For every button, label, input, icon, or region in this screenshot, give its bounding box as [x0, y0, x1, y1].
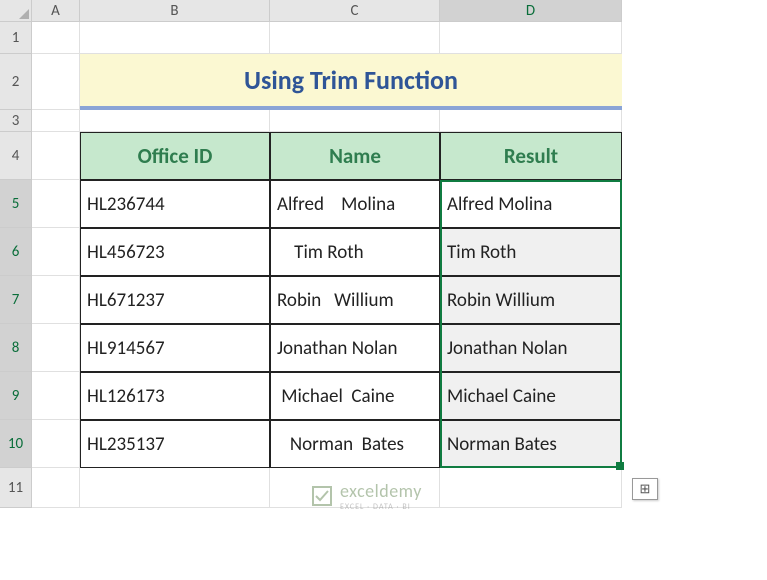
select-all-corner[interactable] [0, 0, 32, 22]
row-header-3[interactable]: 3 [0, 110, 32, 132]
cell-C1[interactable] [270, 22, 440, 54]
cell-B1[interactable] [80, 22, 270, 54]
cell-A2[interactable] [32, 54, 80, 110]
watermark-tagline: EXCEL · DATA · BI [340, 502, 422, 512]
spreadsheet-grid: A B C D 1 2 3 4 5 6 7 8 9 10 11 Using Tr… [0, 0, 767, 508]
cell-office-id[interactable]: HL236744 [80, 180, 270, 228]
cell-A3[interactable] [32, 110, 80, 132]
autofill-options-button[interactable]: ⊞ [632, 478, 658, 500]
cell-office-id[interactable]: HL456723 [80, 228, 270, 276]
cell-A7[interactable] [32, 276, 80, 324]
cell-office-id[interactable]: HL914567 [80, 324, 270, 372]
watermark-name: exceldemy [340, 480, 422, 502]
cell-D1[interactable] [440, 22, 622, 54]
cell-B3[interactable] [80, 110, 270, 132]
cell-A10[interactable] [32, 420, 80, 468]
col-header-D[interactable]: D [440, 0, 622, 22]
row-header-11[interactable]: 11 [0, 468, 32, 508]
cell-A5[interactable] [32, 180, 80, 228]
row-header-6[interactable]: 6 [0, 228, 32, 276]
cell-result[interactable]: Tim Roth [440, 228, 622, 276]
table-header-result[interactable]: Result [440, 132, 622, 180]
row-header-8[interactable]: 8 [0, 324, 32, 372]
row-header-7[interactable]: 7 [0, 276, 32, 324]
row-header-2[interactable]: 2 [0, 54, 32, 110]
cell-name[interactable]: Norman Bates [270, 420, 440, 468]
cell-A6[interactable] [32, 228, 80, 276]
cell-result[interactable]: Robin Willium [440, 276, 622, 324]
row-header-4[interactable]: 4 [0, 132, 32, 180]
cell-office-id[interactable]: HL671237 [80, 276, 270, 324]
watermark: exceldemy EXCEL · DATA · BI [310, 480, 422, 512]
table-header-name[interactable]: Name [270, 132, 440, 180]
cell-C3[interactable] [270, 110, 440, 132]
cell-result[interactable]: Michael Caine [440, 372, 622, 420]
cell-A9[interactable] [32, 372, 80, 420]
cell-D11[interactable] [440, 468, 622, 508]
cell-office-id[interactable]: HL126173 [80, 372, 270, 420]
cell-B11[interactable] [80, 468, 270, 508]
row-header-5[interactable]: 5 [0, 180, 32, 228]
col-header-A[interactable]: A [32, 0, 80, 22]
cell-name[interactable]: Tim Roth [270, 228, 440, 276]
cell-A4[interactable] [32, 132, 80, 180]
cell-name[interactable]: Michael Caine [270, 372, 440, 420]
cell-result[interactable]: Alfred Molina [440, 180, 622, 228]
autofill-icon: ⊞ [640, 482, 651, 497]
logo-icon [310, 484, 334, 508]
cell-name[interactable]: Robin Willium [270, 276, 440, 324]
cell-result[interactable]: Norman Bates [440, 420, 622, 468]
cell-result[interactable]: Jonathan Nolan [440, 324, 622, 372]
row-header-1[interactable]: 1 [0, 22, 32, 54]
row-header-9[interactable]: 9 [0, 372, 32, 420]
cell-name[interactable]: Jonathan Nolan [270, 324, 440, 372]
cell-office-id[interactable]: HL235137 [80, 420, 270, 468]
cell-name[interactable]: Alfred Molina [270, 180, 440, 228]
col-header-B[interactable]: B [80, 0, 270, 22]
cell-A11[interactable] [32, 468, 80, 508]
cell-A1[interactable] [32, 22, 80, 54]
cell-A8[interactable] [32, 324, 80, 372]
row-header-10[interactable]: 10 [0, 420, 32, 468]
page-title: Using Trim Function [244, 64, 458, 96]
table-header-office-id[interactable]: Office ID [80, 132, 270, 180]
cell-D3[interactable] [440, 110, 622, 132]
col-header-C[interactable]: C [270, 0, 440, 22]
title-banner[interactable]: Using Trim Function [80, 54, 622, 110]
